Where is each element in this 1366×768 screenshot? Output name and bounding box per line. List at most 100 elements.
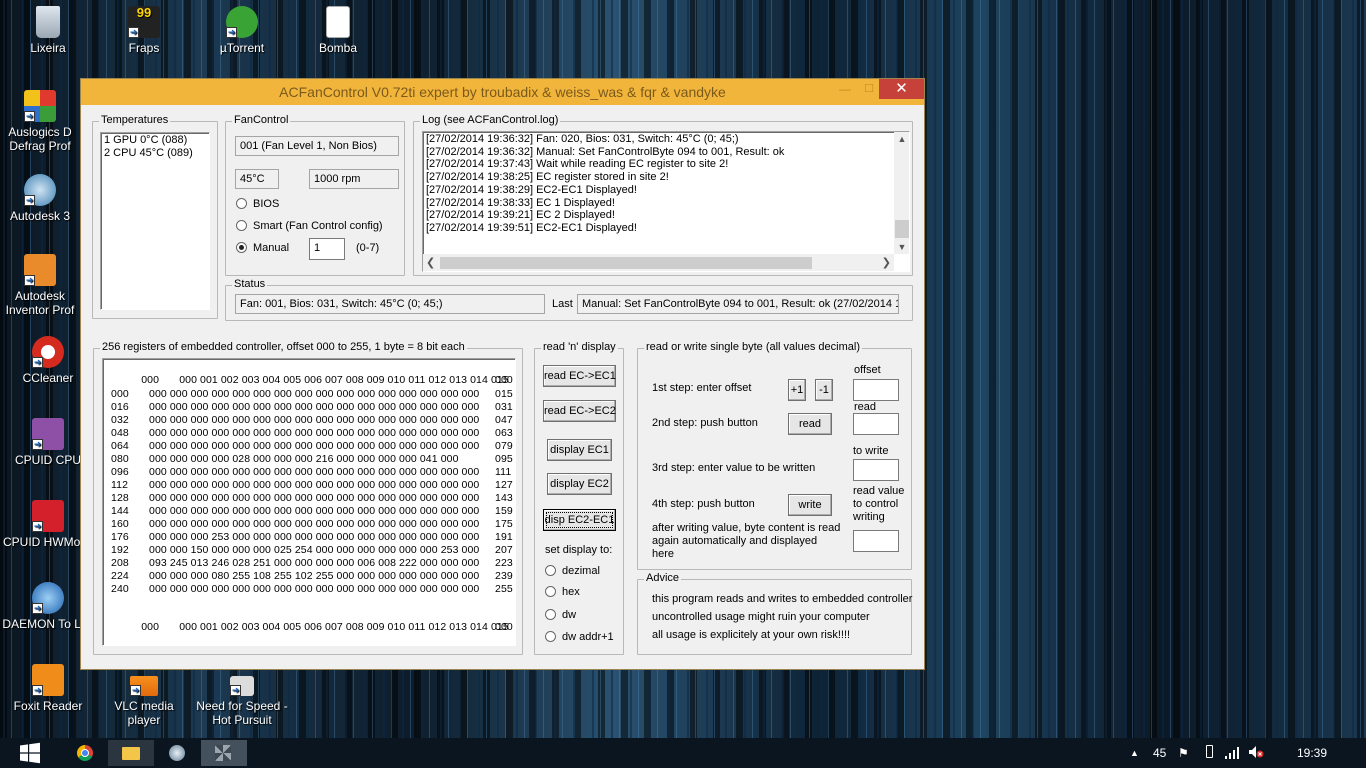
radio-dot[interactable] [236, 220, 247, 231]
scroll-thumb[interactable] [440, 257, 812, 269]
temperature-item[interactable]: 1 GPU 0°C (088) [104, 134, 206, 147]
desktop-icon-nfs[interactable]: ➜ Need for Speed - Hot Pursuit [196, 676, 288, 727]
control-value-field [853, 530, 899, 552]
log-list[interactable]: [27/02/2014 19:36:32] Fan: 020, Bios: 03… [422, 131, 910, 272]
title-bar[interactable]: ACFanControl V0.72ti expert by troubadix… [81, 79, 924, 105]
register-row-address: 112 [111, 479, 129, 491]
taskbar-chrome[interactable] [62, 740, 108, 766]
read-ec2-button[interactable]: read EC->EC2 [543, 400, 616, 422]
desktop-icon-auslogics[interactable]: ➜ Auslogics D Defrag Prof [0, 90, 86, 153]
register-row-end-address: 127 [495, 479, 513, 491]
scroll-right-icon[interactable]: ❯ [882, 256, 891, 269]
desktop-icon-inventor[interactable]: ➜ Autodesk Inventor Prof [0, 254, 86, 317]
log-line: [27/02/2014 19:36:32] Manual: Set FanCon… [426, 145, 785, 158]
mode-smart-radio[interactable]: Smart (Fan Control config) [236, 220, 383, 232]
write-byte-button[interactable]: write [788, 494, 832, 516]
temperatures-group: Temperatures 1 GPU 0°C (088) 2 CPU 45°C … [92, 114, 218, 319]
radio-dot[interactable] [236, 242, 247, 253]
register-row: 144 000 000 000 000 000 000 000 000 000 0… [111, 505, 513, 517]
display-format-dw-addr-radio[interactable]: dw addr+1 [545, 631, 614, 643]
radio-label: dezimal [562, 565, 600, 577]
temperatures-list[interactable]: 1 GPU 0°C (088) 2 CPU 45°C (089) [100, 132, 210, 310]
window-client: Temperatures 1 GPU 0°C (088) 2 CPU 45°C … [89, 105, 918, 665]
log-line: [27/02/2014 19:38:25] EC register stored… [426, 171, 669, 184]
log-group: Log (see ACFanControl.log) [27/02/2014 1… [413, 114, 913, 276]
start-button[interactable] [8, 740, 50, 766]
battery-icon[interactable] [1206, 745, 1213, 758]
register-row-address: 000 [111, 388, 129, 400]
taskbar-file-explorer[interactable] [108, 740, 154, 766]
offset-plus-button[interactable]: +1 [788, 379, 806, 401]
scroll-down-icon[interactable]: ▼ [894, 242, 909, 252]
display-ec2-button[interactable]: display EC2 [547, 473, 612, 495]
mode-bios-radio[interactable]: BIOS [236, 198, 279, 210]
radio-label: BIOS [253, 198, 280, 210]
tray-number[interactable]: 45 [1153, 746, 1166, 760]
desktop-icon-label: CPUID CPU [14, 453, 81, 467]
taskbar-app[interactable] [154, 740, 200, 766]
radio-dot[interactable] [236, 198, 247, 209]
register-footer-row: 000 000 001 002 003 004 005 006 007 008 0… [141, 621, 513, 633]
disp-ec2-ec1-button[interactable]: disp EC2-EC1 [543, 509, 616, 531]
desktop-icon-lixeira[interactable]: Lixeira [2, 6, 94, 55]
mode-manual-radio[interactable]: Manual [236, 242, 289, 254]
register-row: 112 000 000 000 000 000 000 000 000 000 0… [111, 479, 513, 491]
taskbar-acfancontrol[interactable] [201, 740, 247, 766]
scroll-left-icon[interactable]: ❮ [426, 256, 435, 269]
utorrent-icon: ➜ [226, 6, 258, 38]
desktop-icon-label: Need for Speed - Hot Pursuit [196, 699, 288, 727]
maximize-button[interactable]: ☐ [859, 82, 879, 98]
display-ec1-button[interactable]: display EC1 [547, 439, 612, 461]
register-row-bytes: 000 000 150 000 000 000 025 254 000 000 … [149, 544, 480, 556]
network-signal-icon[interactable] [1225, 747, 1239, 762]
desktop-icon-bomba[interactable]: Bomba [292, 6, 384, 55]
register-row: 208 093 245 013 246 028 251 000 000 000 0… [111, 557, 513, 569]
register-row-address: 048 [111, 427, 129, 439]
action-center-flag-icon[interactable]: ⚑ [1178, 746, 1189, 760]
advice-legend: Advice [644, 572, 682, 584]
desktop-icon-fraps[interactable]: 99 ➜ Fraps [98, 6, 190, 55]
display-format-dezimal-radio[interactable]: dezimal [545, 565, 600, 577]
scroll-up-icon[interactable]: ▲ [894, 134, 909, 144]
register-row: 240 000 000 000 000 000 000 000 000 000 0… [111, 583, 513, 595]
register-row-bytes: 000 000 000 000 000 000 000 000 000 000 … [149, 401, 480, 413]
offset-minus-button[interactable]: -1 [815, 379, 833, 401]
manual-level-input[interactable]: 1 [309, 238, 345, 260]
register-row-address: 176 [111, 531, 129, 543]
desktop-icon-foxit[interactable]: ➜ Foxit Reader [2, 664, 94, 713]
offset-input[interactable] [853, 379, 899, 401]
read-byte-button[interactable]: read [788, 413, 832, 435]
desktop-icon-autodesk3[interactable]: ➜ Autodesk 3 [0, 174, 86, 223]
taskbar: ▲ 45 ⚑ 19:39 [0, 738, 1366, 768]
read-ec1-button[interactable]: read EC->EC1 [543, 365, 616, 387]
register-row: 080 000 000 000 000 028 000 000 000 216 0… [111, 453, 513, 465]
app-icon [169, 745, 185, 761]
desktop-icon-label: VLC media player [114, 699, 174, 727]
registers-table[interactable]: 000 000 001 002 003 004 005 006 007 008 0… [102, 358, 516, 646]
advice-line: this program reads and writes to embedde… [652, 593, 913, 605]
foxit-reader-icon: ➜ [32, 664, 64, 696]
desktop-icon-utorrent[interactable]: ➜ µTorrent [196, 6, 288, 55]
radio-label: Smart (Fan Control config) [253, 220, 383, 232]
tray-overflow-icon[interactable]: ▲ [1130, 748, 1139, 758]
manual-range-label: (0-7) [356, 242, 380, 254]
radio-dot[interactable] [545, 586, 556, 597]
display-format-dw-radio[interactable]: dw [545, 609, 576, 621]
windows-logo-icon [20, 742, 40, 764]
scroll-thumb[interactable] [895, 220, 909, 238]
radio-dot[interactable] [545, 609, 556, 620]
temperature-item[interactable]: 2 CPU 45°C (089) [104, 147, 206, 160]
close-button[interactable]: ✕ [879, 79, 924, 99]
display-format-hex-radio[interactable]: hex [545, 586, 580, 598]
minimize-button[interactable]: — [835, 82, 855, 98]
log-vertical-scrollbar[interactable]: ▲ ▼ [894, 132, 909, 254]
clock[interactable]: 19:39 [1297, 746, 1327, 760]
volume-muted-icon[interactable] [1248, 745, 1264, 762]
write-value-input[interactable] [853, 459, 899, 481]
log-horizontal-scrollbar[interactable]: ❮ ❯ [423, 254, 894, 271]
register-row: 016 000 000 000 000 000 000 000 000 000 0… [111, 401, 513, 413]
radio-dot[interactable] [545, 631, 556, 642]
desktop-icon-vlc[interactable]: ➜ VLC media player [98, 676, 190, 727]
register-row-bytes: 000 000 000 000 000 000 000 000 000 000 … [149, 466, 480, 478]
radio-dot[interactable] [545, 565, 556, 576]
